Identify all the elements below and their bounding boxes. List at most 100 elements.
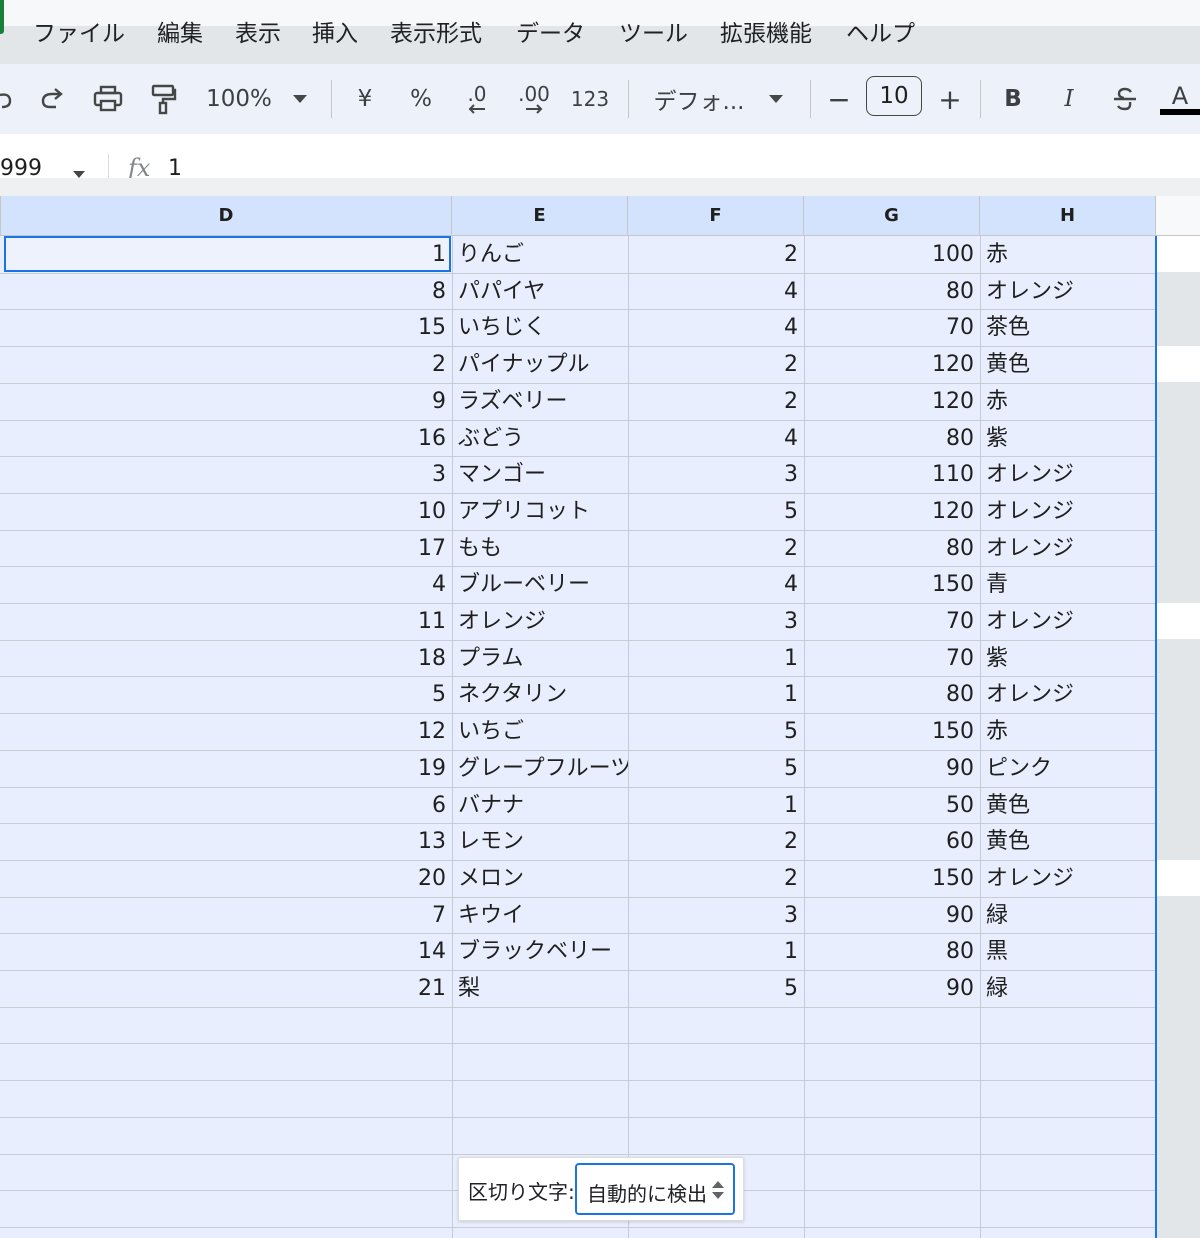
menu-extensions[interactable]: 拡張機能: [720, 14, 812, 48]
cell-d[interactable]: 17: [0, 530, 452, 566]
cell-d[interactable]: 13: [0, 823, 452, 859]
menu-help[interactable]: ヘルプ: [846, 14, 915, 48]
cell-g[interactable]: 80: [804, 530, 980, 566]
cell-d[interactable]: 6: [0, 787, 452, 823]
paint-format-icon[interactable]: [146, 80, 180, 118]
cell-f[interactable]: 4: [628, 420, 804, 456]
cell-f[interactable]: 2: [628, 860, 804, 896]
cell-e[interactable]: ネクタリン: [452, 676, 628, 712]
zoom-dropdown-icon[interactable]: [290, 80, 310, 118]
cell-f[interactable]: 5: [628, 493, 804, 529]
cell-h[interactable]: 黄色: [980, 823, 1156, 859]
cell-g[interactable]: 50: [804, 787, 980, 823]
cell-d[interactable]: 7: [0, 897, 452, 933]
number-format-button[interactable]: 123: [570, 80, 610, 118]
cell-h[interactable]: 赤: [980, 713, 1156, 749]
cell-d[interactable]: 16: [0, 420, 452, 456]
cell-d[interactable]: 21: [0, 970, 452, 1006]
cell-g[interactable]: 120: [804, 383, 980, 419]
cell-e[interactable]: メロン: [452, 860, 628, 896]
text-color-button[interactable]: A: [1160, 80, 1200, 118]
cell-d[interactable]: 2: [0, 346, 452, 382]
italic-button[interactable]: I: [1056, 80, 1082, 118]
menu-insert[interactable]: 挿入: [312, 14, 358, 48]
cell-g[interactable]: 120: [804, 493, 980, 529]
cell-h[interactable]: オレンジ: [980, 273, 1156, 309]
cell-e[interactable]: プラム: [452, 640, 628, 676]
cell-e[interactable]: ラズベリー: [452, 383, 628, 419]
bold-button[interactable]: B: [1000, 80, 1026, 118]
cell-e[interactable]: もも: [452, 530, 628, 566]
cell-d[interactable]: 5: [0, 676, 452, 712]
cell-d[interactable]: 18: [0, 640, 452, 676]
cell-g[interactable]: 100: [804, 236, 980, 272]
cell-g[interactable]: 80: [804, 933, 980, 969]
unselected-cell[interactable]: [1157, 603, 1200, 639]
cell-e[interactable]: バナナ: [452, 787, 628, 823]
cell-d[interactable]: 9: [0, 383, 452, 419]
cell-f[interactable]: 1: [628, 640, 804, 676]
cell-g[interactable]: 150: [804, 713, 980, 749]
currency-button[interactable]: ¥: [352, 80, 378, 118]
cell-d[interactable]: 19: [0, 750, 452, 786]
cell-e[interactable]: 梨: [452, 970, 628, 1006]
column-header-g[interactable]: G: [804, 196, 980, 236]
cell-d[interactable]: 20: [0, 860, 452, 896]
cell-h[interactable]: ピンク: [980, 750, 1156, 786]
unselected-cell[interactable]: [1157, 346, 1200, 382]
cell-d[interactable]: 4: [0, 566, 452, 602]
cell-f[interactable]: 5: [628, 970, 804, 1006]
cell-f[interactable]: 2: [628, 346, 804, 382]
cell-e[interactable]: りんご: [452, 236, 628, 272]
cell-f[interactable]: 3: [628, 603, 804, 639]
cell-d[interactable]: 15: [0, 309, 452, 345]
cell-g[interactable]: 80: [804, 273, 980, 309]
cell-h[interactable]: 赤: [980, 236, 1156, 272]
cell-h[interactable]: 赤: [980, 383, 1156, 419]
font-select[interactable]: デフォ...: [650, 80, 748, 118]
cell-h[interactable]: 緑: [980, 897, 1156, 933]
menu-view[interactable]: 表示: [235, 14, 281, 48]
unselected-cell[interactable]: [1157, 860, 1200, 896]
increase-font-size-button[interactable]: +: [936, 80, 964, 118]
cell-h[interactable]: 青: [980, 566, 1156, 602]
cell-e[interactable]: ブラックベリー: [452, 933, 628, 969]
cell-d[interactable]: 11: [0, 603, 452, 639]
cell-d[interactable]: 1: [0, 236, 452, 272]
column-header-e[interactable]: E: [452, 196, 628, 236]
cell-g[interactable]: 120: [804, 346, 980, 382]
cell-f[interactable]: 2: [628, 236, 804, 272]
menu-edit[interactable]: 編集: [157, 14, 203, 48]
cell-f[interactable]: 5: [628, 750, 804, 786]
cell-g[interactable]: 70: [804, 640, 980, 676]
cell-g[interactable]: 110: [804, 456, 980, 492]
percent-button[interactable]: %: [406, 80, 436, 118]
cell-d[interactable]: 14: [0, 933, 452, 969]
cell-h[interactable]: オレンジ: [980, 603, 1156, 639]
menu-tools[interactable]: ツール: [619, 14, 688, 48]
cell-g[interactable]: 70: [804, 309, 980, 345]
cell-e[interactable]: マンゴー: [452, 456, 628, 492]
cell-e[interactable]: いちご: [452, 713, 628, 749]
cell-e[interactable]: アプリコット: [452, 493, 628, 529]
cell-e[interactable]: いちじく: [452, 309, 628, 345]
cell-g[interactable]: 80: [804, 420, 980, 456]
cell-f[interactable]: 2: [628, 530, 804, 566]
cell-f[interactable]: 3: [628, 897, 804, 933]
cell-f[interactable]: 1: [628, 933, 804, 969]
cell-g[interactable]: 60: [804, 823, 980, 859]
column-header-d[interactable]: D: [0, 196, 452, 236]
cell-e[interactable]: オレンジ: [452, 603, 628, 639]
cell-h[interactable]: オレンジ: [980, 456, 1156, 492]
cell-h[interactable]: 紫: [980, 640, 1156, 676]
cell-f[interactable]: 3: [628, 456, 804, 492]
decrease-decimal-button[interactable]: .0: [458, 80, 496, 118]
zoom-select[interactable]: 100%: [204, 80, 274, 118]
cell-g[interactable]: 70: [804, 603, 980, 639]
menu-file[interactable]: ファイル: [33, 14, 125, 48]
cell-h[interactable]: 茶色: [980, 309, 1156, 345]
cell-e[interactable]: レモン: [452, 823, 628, 859]
cell-e[interactable]: グレープフルーツ: [452, 750, 628, 786]
column-header-i[interactable]: [1156, 196, 1200, 236]
cell-d[interactable]: 12: [0, 713, 452, 749]
